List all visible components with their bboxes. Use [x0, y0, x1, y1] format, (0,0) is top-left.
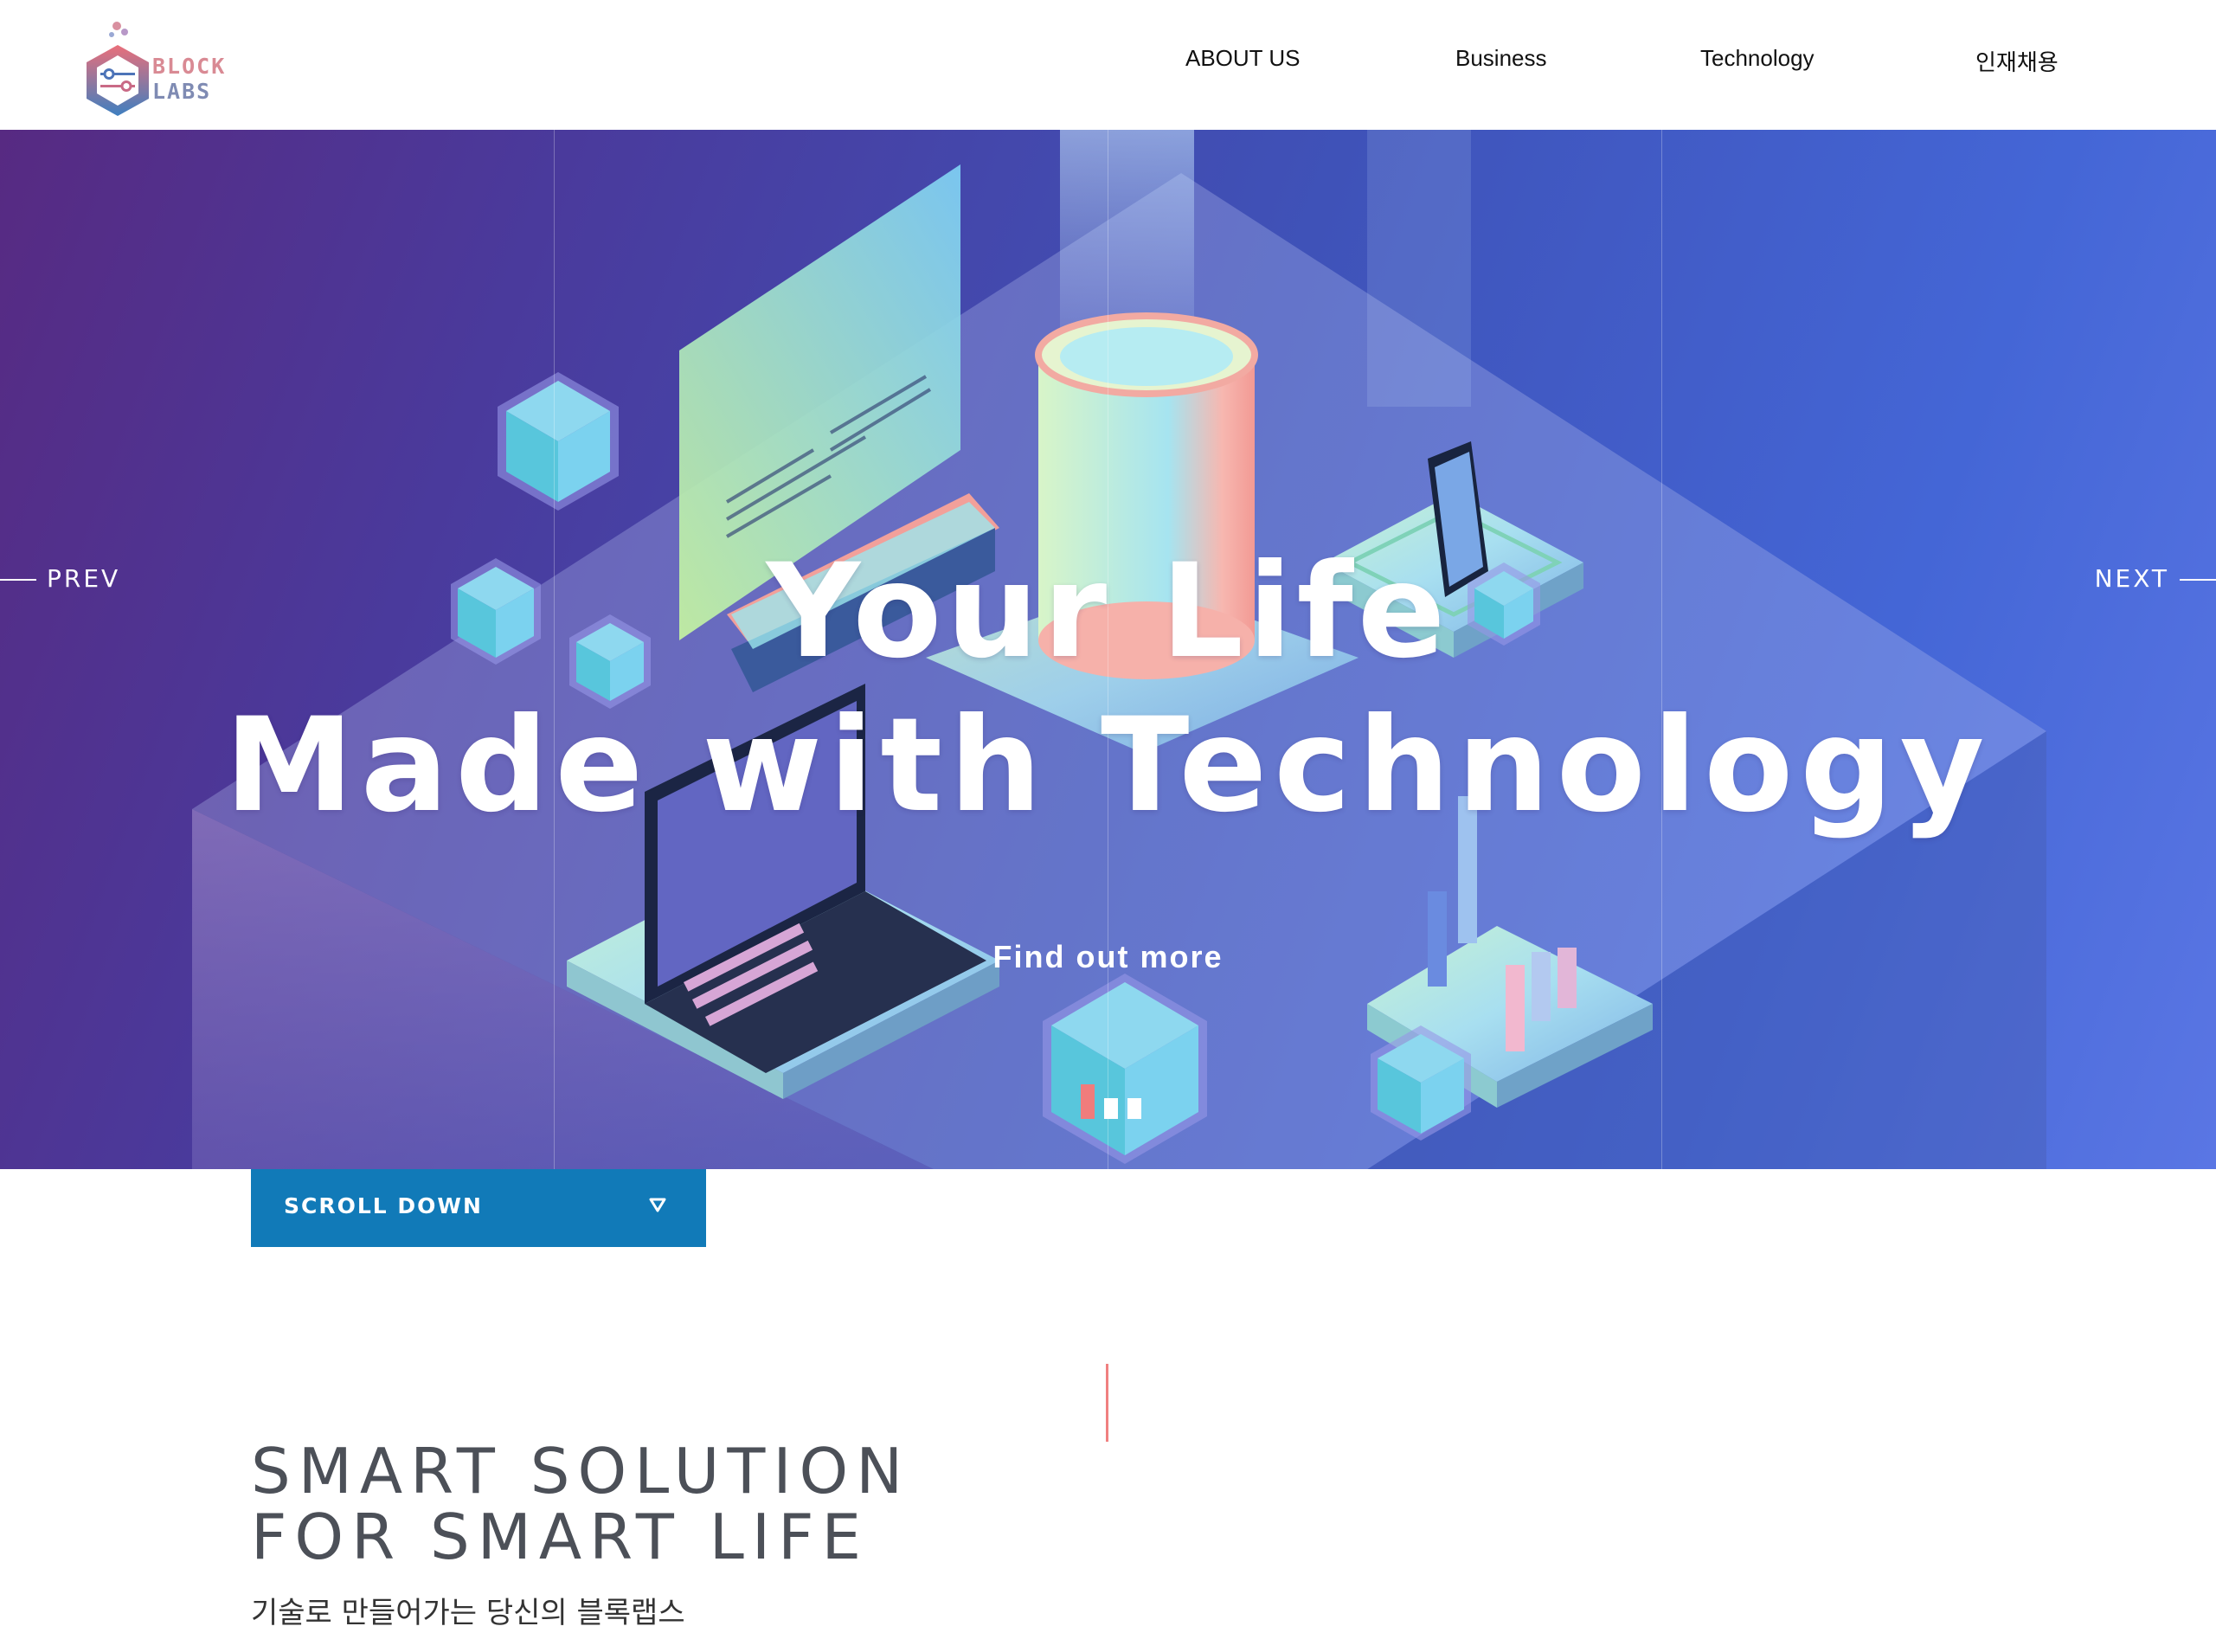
- section-divider: [1106, 1364, 1108, 1442]
- dash-icon: [2180, 579, 2216, 581]
- site-header: BLOCK LABS ABOUT US Business Technology …: [0, 0, 2216, 130]
- scroll-down-button[interactable]: SCROLL DOWN: [251, 1169, 706, 1247]
- nav-about-us[interactable]: ABOUT US: [1185, 45, 1300, 72]
- nav-technology[interactable]: Technology: [1700, 45, 1815, 72]
- logo-line2: LABS: [152, 79, 212, 104]
- triangle-down-icon: [649, 1198, 666, 1212]
- logo-wordmark: BLOCK LABS: [152, 54, 226, 104]
- slide-indicator-3[interactable]: [1127, 1098, 1141, 1119]
- logo-hexagon-icon: [87, 22, 149, 116]
- dash-icon: [0, 579, 36, 581]
- section-heading-line1: SMART SOLUTION: [251, 1435, 911, 1507]
- slide-indicator-2[interactable]: [1104, 1098, 1118, 1119]
- prev-slide-button[interactable]: PREV: [0, 564, 120, 593]
- nav-business[interactable]: Business: [1455, 45, 1547, 72]
- section-subtitle: 기술로 만들어가는 당신의 블록랩스: [251, 1596, 685, 1630]
- scroll-down-label: SCROLL DOWN: [284, 1193, 483, 1218]
- section-heading-line2: FOR SMART LIFE: [251, 1501, 869, 1573]
- next-label: NEXT: [2094, 564, 2169, 593]
- hero-title-line2: Made with Technology: [224, 691, 1992, 841]
- next-slide-button[interactable]: NEXT: [2095, 564, 2216, 593]
- prev-label: PREV: [47, 564, 121, 593]
- hero-slider: Your Life Made with Technology Find out …: [0, 130, 2216, 1169]
- logo[interactable]: BLOCK LABS: [83, 19, 247, 119]
- section-heading: SMART SOLUTION FOR SMART LIFE: [251, 1438, 910, 1570]
- hero-title-line1: Your Life: [766, 537, 1450, 687]
- slide-indicator-1[interactable]: [1081, 1084, 1095, 1119]
- nav-recruit[interactable]: 인재채용: [1975, 45, 2059, 77]
- find-out-more-link[interactable]: Find out more: [0, 939, 2216, 975]
- logo-line1: BLOCK: [152, 54, 227, 79]
